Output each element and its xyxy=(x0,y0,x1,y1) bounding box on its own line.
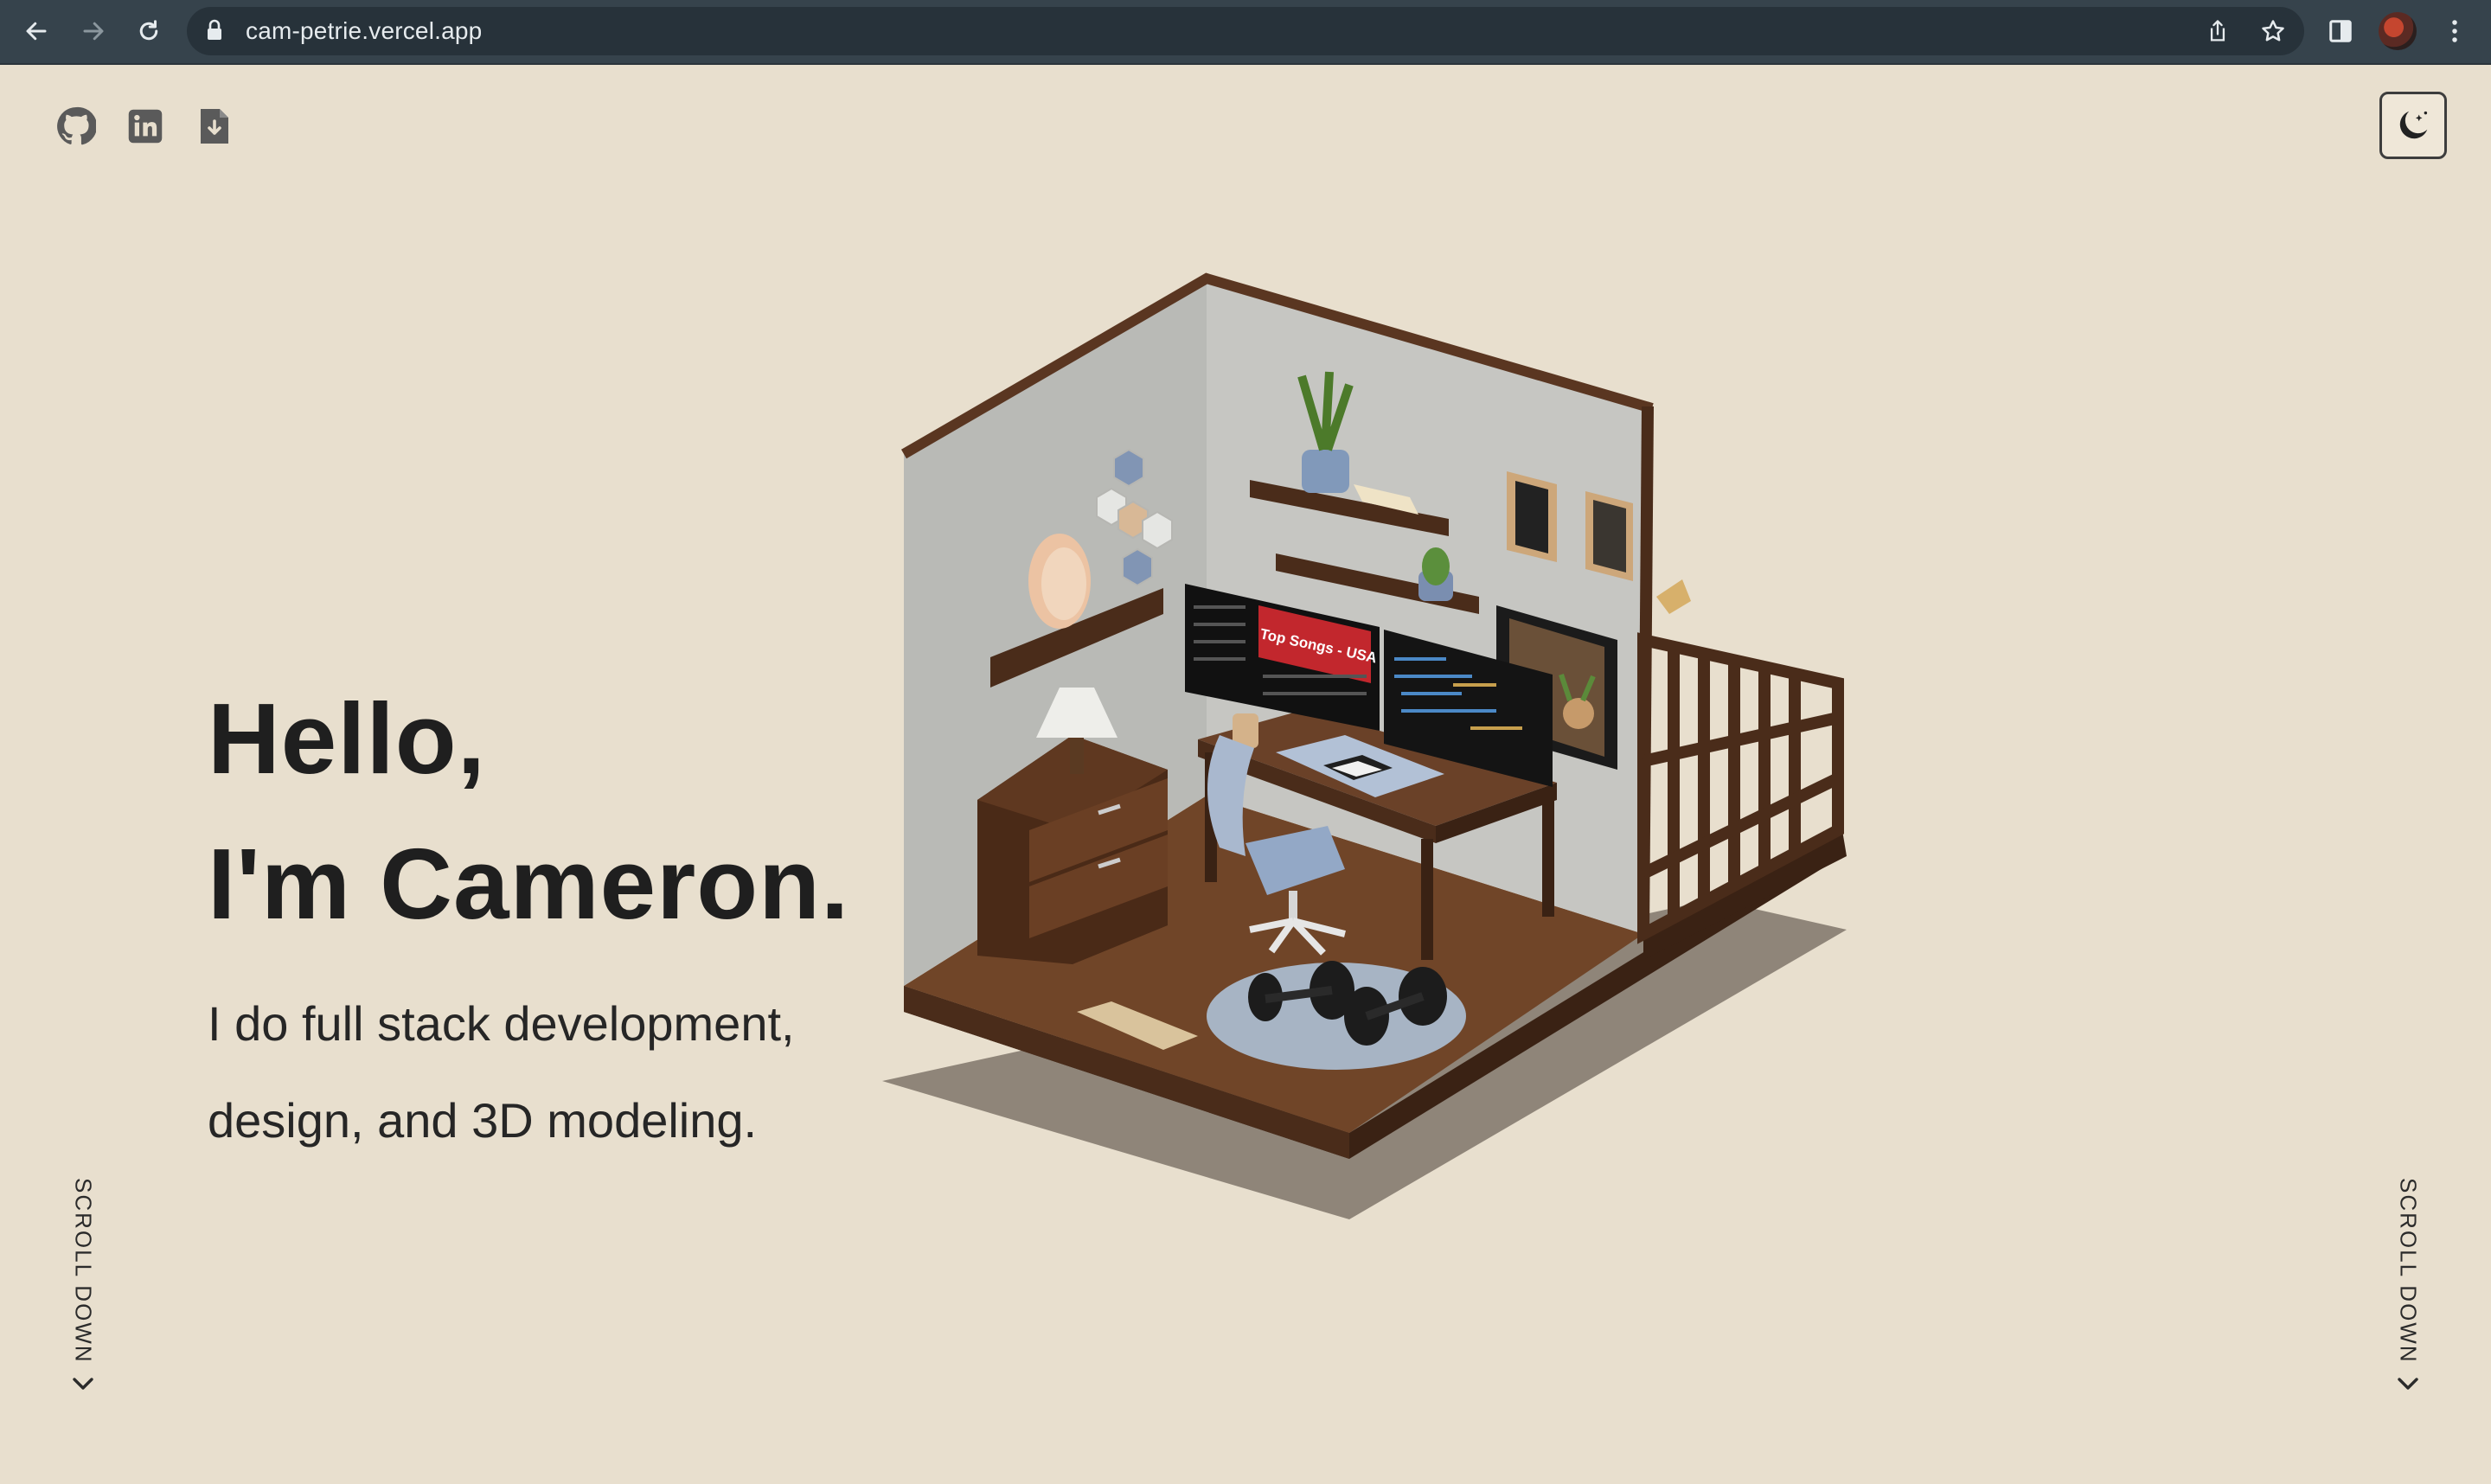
forward-arrow-icon xyxy=(83,22,104,41)
github-link[interactable] xyxy=(55,106,97,147)
isometric-room-illustration: Top Songs - USA xyxy=(882,272,1847,1219)
hero-section: Hello, I'm Cameron. I do full stack deve… xyxy=(208,666,849,1169)
side-panel-button[interactable] xyxy=(2323,14,2358,48)
scroll-down-label: SCROLL DOWN xyxy=(70,1178,97,1364)
back-arrow-icon xyxy=(26,22,47,41)
menu-button[interactable] xyxy=(2437,14,2472,48)
share-button[interactable] xyxy=(2200,14,2235,48)
star-icon xyxy=(2262,20,2284,42)
chevron-down-icon xyxy=(2398,1377,2418,1390)
resume-download-link[interactable] xyxy=(194,106,235,147)
url-text: cam-petrie.vercel.app xyxy=(246,17,483,44)
reload-icon xyxy=(139,20,158,41)
chevron-down-icon xyxy=(73,1377,93,1390)
scroll-down-left[interactable]: SCROLL DOWN xyxy=(66,1178,100,1391)
theme-toggle-button[interactable] xyxy=(2379,92,2447,159)
github-icon xyxy=(57,106,96,145)
scroll-down-label: SCROLL DOWN xyxy=(2395,1178,2422,1364)
more-vertical-icon xyxy=(2452,20,2457,42)
back-button[interactable] xyxy=(17,12,55,50)
side-panel-icon xyxy=(2329,20,2352,42)
linkedin-link[interactable] xyxy=(125,106,166,147)
resume-download-icon xyxy=(201,109,228,144)
linkedin-icon xyxy=(128,109,163,144)
share-icon xyxy=(2210,20,2225,42)
moon-icon xyxy=(2399,111,2428,139)
hero-name: I'm Cameron. xyxy=(208,828,850,940)
hero-tagline-line2: design, and 3D modeling. xyxy=(208,1093,758,1148)
hero-greeting: Hello, xyxy=(208,682,486,795)
reload-button[interactable] xyxy=(130,12,168,50)
forward-button[interactable] xyxy=(74,12,112,50)
browser-toolbar: cam-petrie.vercel.app xyxy=(0,0,2491,65)
bookmark-star-button[interactable] xyxy=(2256,14,2290,48)
address-bar[interactable] xyxy=(187,7,2304,55)
profile-avatar[interactable] xyxy=(2379,12,2417,50)
hero-tagline-line1: I do full stack development, xyxy=(208,996,795,1051)
lock-icon xyxy=(206,19,223,46)
scroll-down-right[interactable]: SCROLL DOWN xyxy=(2391,1178,2425,1391)
